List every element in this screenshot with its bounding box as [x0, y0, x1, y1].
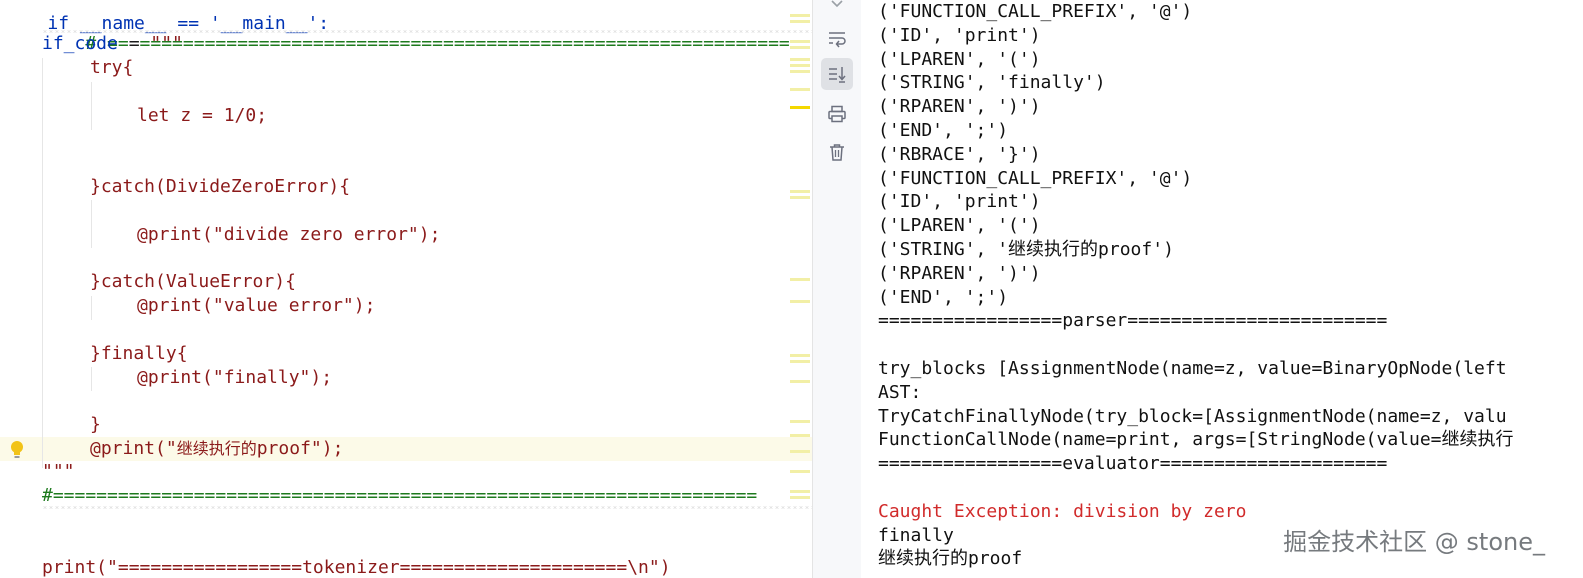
indent-guide [91, 367, 92, 391]
code-line-catch-value: }catch(ValueError){ [90, 271, 296, 292]
code-line-let: let z = 1/0; [137, 105, 268, 126]
console-line: ('FUNCTION_CALL_PREFIX', '@') [878, 167, 1193, 189]
scroll-marker [790, 360, 810, 363]
code-line-hash-separator: #=======================================… [42, 485, 758, 506]
indent-guide [91, 200, 92, 248]
console-line: ('RPAREN', ')') [878, 96, 1041, 118]
console-line: =================parser=================… [878, 310, 1388, 332]
scroll-marker [790, 300, 810, 303]
console-line: ('ID', 'print') [878, 24, 1041, 46]
console-line: TryCatchFinallyNode(try_block=[Assignmen… [878, 405, 1507, 427]
scroll-marker-current [790, 106, 810, 109]
code-line-finally: }finally{ [90, 343, 188, 364]
console-line: ('STRING', '继续执行的proof') [878, 239, 1174, 260]
console-line: ('FUNCTION_CALL_PREFIX', '@') [878, 1, 1193, 22]
scroll-marker [790, 88, 810, 91]
console-error-line: Caught Exception: division by zero [878, 500, 1247, 522]
scroll-marker [790, 496, 810, 499]
scroll-marker [790, 20, 810, 23]
scroll-marker [790, 190, 810, 193]
code-line-print-proof: @print("继续执行的proof"); [90, 438, 344, 459]
console-line: =================evaluator==============… [878, 453, 1388, 475]
console-line: FunctionCallNode(name=print, args=[Strin… [878, 429, 1514, 451]
scroll-marker [790, 450, 810, 453]
scroll-marker [790, 354, 810, 357]
code-line-catch-divide: }catch(DivideZeroError){ [90, 176, 351, 197]
scroll-marker [790, 380, 810, 383]
scrollbar-markers[interactable] [790, 0, 812, 578]
code-line-print-finally: @print("finally"); [137, 367, 333, 388]
console-line: 继续执行的proof [878, 548, 1023, 570]
watermark: 掘金技术社区 @ stone_ [1283, 528, 1545, 556]
scroll-marker [790, 64, 810, 67]
scroll-marker [790, 490, 810, 493]
console-line: ('END', ';') [878, 286, 1009, 308]
console-line: finally [878, 524, 954, 546]
console-line: AST: [878, 381, 922, 403]
console-line: try_blocks [AssignmentNode(name=z, value… [878, 358, 1507, 379]
run-console-output[interactable]: ('FUNCTION_CALL_PREFIX', '@') ('ID', 'pri… [861, 0, 1583, 578]
scroll-marker [790, 58, 810, 61]
code-line-print-tokenizer: print("=================tokenizer=======… [42, 557, 671, 578]
squiggle-underline [42, 506, 812, 509]
code-line-close-brace: } [90, 414, 101, 435]
code-line-try: try{ [90, 57, 134, 78]
scroll-marker [790, 46, 810, 49]
console-line: ('STRING', 'finally') [878, 72, 1106, 94]
soft-wrap-icon[interactable] [821, 22, 853, 54]
code-line-print-value: @print("value error"); [137, 295, 376, 316]
lightbulb-icon[interactable] [7, 439, 27, 461]
code-line-if-code: if_code = """ [42, 33, 183, 54]
scroll-marker [790, 434, 810, 437]
code-line-print-divide: @print("divide zero error"); [137, 224, 441, 245]
console-line: ('ID', 'print') [878, 191, 1041, 213]
scroll-to-end-icon[interactable] [821, 58, 853, 90]
code-line-close-triple: """ [42, 461, 75, 482]
scroll-marker [790, 70, 810, 73]
trash-icon[interactable] [821, 136, 853, 168]
indent-guide [42, 58, 43, 468]
console-line: ('RPAREN', ')') [878, 262, 1041, 284]
scroll-marker [790, 278, 810, 281]
scroll-up-icon[interactable] [821, 0, 853, 18]
scroll-marker [790, 40, 810, 43]
scroll-marker [790, 14, 810, 17]
console-line: ('END', ';') [878, 120, 1009, 141]
console-line: ('LPAREN', '(') [878, 215, 1041, 237]
console-line: ('RBRACE', '}') [878, 143, 1041, 165]
code-editor[interactable]: if __name__ == '__main__': # ===========… [0, 0, 812, 578]
code-line-separator-comment: # ======================================… [85, 33, 790, 54]
scroll-marker [790, 420, 810, 423]
console-toolbar [812, 0, 862, 578]
print-icon[interactable] [821, 98, 853, 130]
scroll-marker [790, 196, 810, 199]
console-line: ('LPAREN', '(') [878, 48, 1041, 70]
indent-guide [91, 296, 92, 320]
indent-guide [91, 82, 92, 130]
scroll-marker [790, 470, 810, 473]
